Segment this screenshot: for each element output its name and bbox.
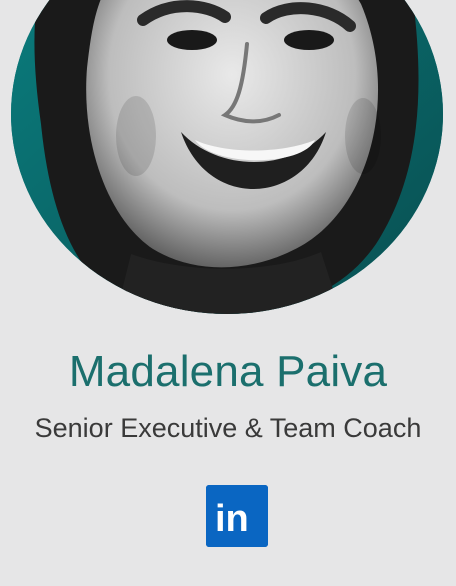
profile-role: Senior Executive & Team Coach bbox=[34, 413, 422, 443]
team-member-card: Madalena Paiva Senior Executive & Team C… bbox=[0, 0, 456, 586]
profile-photo bbox=[11, 0, 443, 314]
linkedin-label: in bbox=[215, 498, 249, 540]
linkedin-button[interactable]: in bbox=[206, 485, 268, 547]
linkedin-icon: in bbox=[206, 485, 268, 547]
portrait-image bbox=[11, 0, 443, 314]
profile-name: Madalena Paiva bbox=[68, 347, 388, 396]
